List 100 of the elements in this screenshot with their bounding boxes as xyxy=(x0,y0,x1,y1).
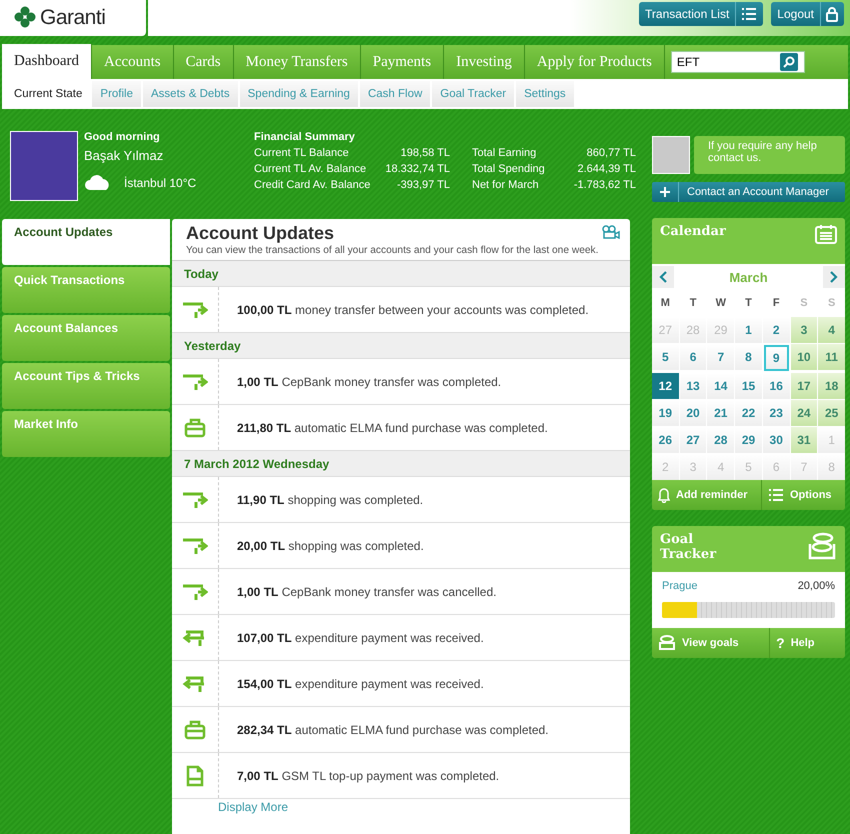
plus-icon xyxy=(660,187,670,197)
summary-label: Current TL Av. Balance xyxy=(254,163,368,175)
lock-icon xyxy=(826,6,838,22)
summary-value: -393,97 TL xyxy=(396,179,450,191)
transfer-icon xyxy=(182,372,208,392)
goal-button[interactable]: ? Help xyxy=(769,628,845,658)
nav-tab[interactable]: Accounts xyxy=(92,45,174,79)
sub-tab[interactable]: Spending & Earning xyxy=(240,81,358,107)
search-field[interactable]: EFT xyxy=(670,51,805,73)
photo-placeholder xyxy=(10,131,78,201)
search-icon[interactable] xyxy=(782,56,795,68)
transaction-text: 11,90 TL shopping was completed. xyxy=(236,492,424,506)
date-header: Yesterday xyxy=(172,333,630,359)
header-button[interactable]: Transaction List xyxy=(639,2,764,26)
coins-icon xyxy=(807,532,837,560)
sub-tab[interactable]: Settings xyxy=(516,81,574,107)
month-label: March xyxy=(729,270,768,284)
summary-label: Credit Card Av. Balance xyxy=(254,179,372,191)
display-more-link[interactable]: Display More xyxy=(172,799,630,814)
nav-tab[interactable]: Money Transfers xyxy=(234,45,361,79)
summary-title: Financial Summary xyxy=(254,131,356,143)
weather-text: İstanbul 10°C xyxy=(124,176,196,190)
transaction-text: 100,00 TL money transfer between your accounts was completed. xyxy=(236,302,589,316)
calendar-day[interactable]: 9 xyxy=(764,345,789,371)
user-name: Başak Yılmaz xyxy=(84,148,164,163)
panel-subtitle: You can view the transactions of all your accounts and your cash flow for the last one week. xyxy=(186,245,600,256)
nav-tab[interactable]: Cards xyxy=(174,45,234,79)
side-menu-item[interactable]: Account Balances xyxy=(2,315,170,361)
calendar-button[interactable]: Add reminder xyxy=(652,480,761,510)
summary-label: Total Spending xyxy=(472,163,546,175)
calendar-day[interactable]: 24 xyxy=(790,400,818,426)
sub-tab[interactable]: Goal Tracker xyxy=(432,81,514,107)
nav-tab[interactable]: Apply for Products xyxy=(524,45,665,79)
logo-text: Garanti xyxy=(40,6,106,30)
calendar-day[interactable]: 25 xyxy=(818,400,845,426)
calendar-day[interactable]: 4 xyxy=(818,317,845,343)
transfer-icon xyxy=(182,490,208,510)
side-menu-item[interactable]: Market Info xyxy=(2,411,170,457)
transfer-icon xyxy=(182,536,208,556)
transaction-text: 154,00 TL expenditure payment was received. xyxy=(236,676,484,690)
goal-percent: 20,00% xyxy=(798,580,835,592)
list-icon xyxy=(768,488,784,502)
calendar-day[interactable]: 11 xyxy=(818,344,845,370)
calendar-button[interactable]: Options xyxy=(760,480,845,510)
summary-value: 18.332,74 TL xyxy=(385,163,450,175)
transaction-text: 282,34 TL automatic ELMA fund purchase was completed. xyxy=(236,722,549,736)
calendar-day[interactable]: 12 xyxy=(652,373,679,399)
sub-tab[interactable]: Profile xyxy=(92,81,142,107)
sub-tab[interactable]: Cash Flow xyxy=(360,81,430,107)
side-menu-item[interactable]: Account Tips & Tricks xyxy=(2,363,170,409)
weekday-label: S xyxy=(826,296,836,311)
bell-icon xyxy=(658,488,670,502)
calendar-day[interactable]: 17 xyxy=(790,373,818,399)
list-icon xyxy=(741,7,758,21)
nav-tab[interactable]: Dashboard xyxy=(2,44,92,79)
chevron-left-icon xyxy=(659,271,667,283)
topup-icon xyxy=(186,764,204,786)
transfer-icon xyxy=(182,300,208,320)
weekday-label: T xyxy=(744,296,753,311)
card-title: Goal Tracker xyxy=(660,532,718,564)
next-month-button[interactable] xyxy=(822,266,845,288)
side-menu-item[interactable]: Quick Transactions xyxy=(2,267,170,313)
transaction-text: 107,00 TL expenditure payment was received. xyxy=(236,630,484,644)
calendar-day[interactable]: 3 xyxy=(790,317,818,343)
date-header: 7 March 2012 Wednesday xyxy=(172,451,630,477)
side-menu-item[interactable]: Account Updates xyxy=(2,219,170,265)
goal-button[interactable]: View goals xyxy=(652,628,770,658)
chevron-right-icon xyxy=(830,271,838,283)
camera-icon[interactable] xyxy=(602,225,620,239)
sub-tab[interactable]: Assets & Debts xyxy=(143,81,238,107)
weekday-label: S xyxy=(799,296,809,311)
header-button[interactable]: Logout xyxy=(771,2,844,26)
weekday-label: M xyxy=(660,296,671,311)
transfer-icon xyxy=(182,582,208,602)
summary-value: 198,58 TL xyxy=(400,147,450,159)
calendar-day[interactable]: 18 xyxy=(818,373,845,399)
fund-icon xyxy=(184,720,206,740)
transaction-text: 7,00 TL GSM TL top-up payment was completed. xyxy=(236,768,500,782)
summary-label: Current TL Balance xyxy=(254,147,350,159)
weekday-label: T xyxy=(688,296,698,311)
fund-icon xyxy=(184,418,206,438)
goal-name: Prague xyxy=(662,580,698,592)
card-title: Calendar xyxy=(660,224,726,241)
coins-icon xyxy=(658,635,676,651)
greeting: Good morning xyxy=(84,131,161,143)
transaction-text: 20,00 TL shopping was completed. xyxy=(236,538,424,552)
transaction-text: 1,00 TL CepBank money transfer was completed. xyxy=(236,374,502,388)
calendar-day[interactable]: 10 xyxy=(790,344,818,370)
panel-title: Account Updates xyxy=(186,223,334,244)
summary-label: Total Earning xyxy=(472,147,538,159)
weekday-label: W xyxy=(714,296,727,311)
clover-icon xyxy=(14,6,36,30)
transaction-text: 1,00 TL CepBank money transfer was cancelled. xyxy=(236,584,496,598)
contact-manager-button[interactable]: Contact an Account Manager xyxy=(652,182,845,202)
nav-tab[interactable]: Payments xyxy=(360,45,444,79)
calendar-day[interactable]: 31 xyxy=(790,427,818,453)
prev-month-button[interactable] xyxy=(652,266,674,288)
help-bubble: If you require any help contact us. xyxy=(694,136,845,174)
summary-value: 2.644,39 TL xyxy=(576,163,636,175)
nav-tab[interactable]: Investing xyxy=(444,45,525,79)
